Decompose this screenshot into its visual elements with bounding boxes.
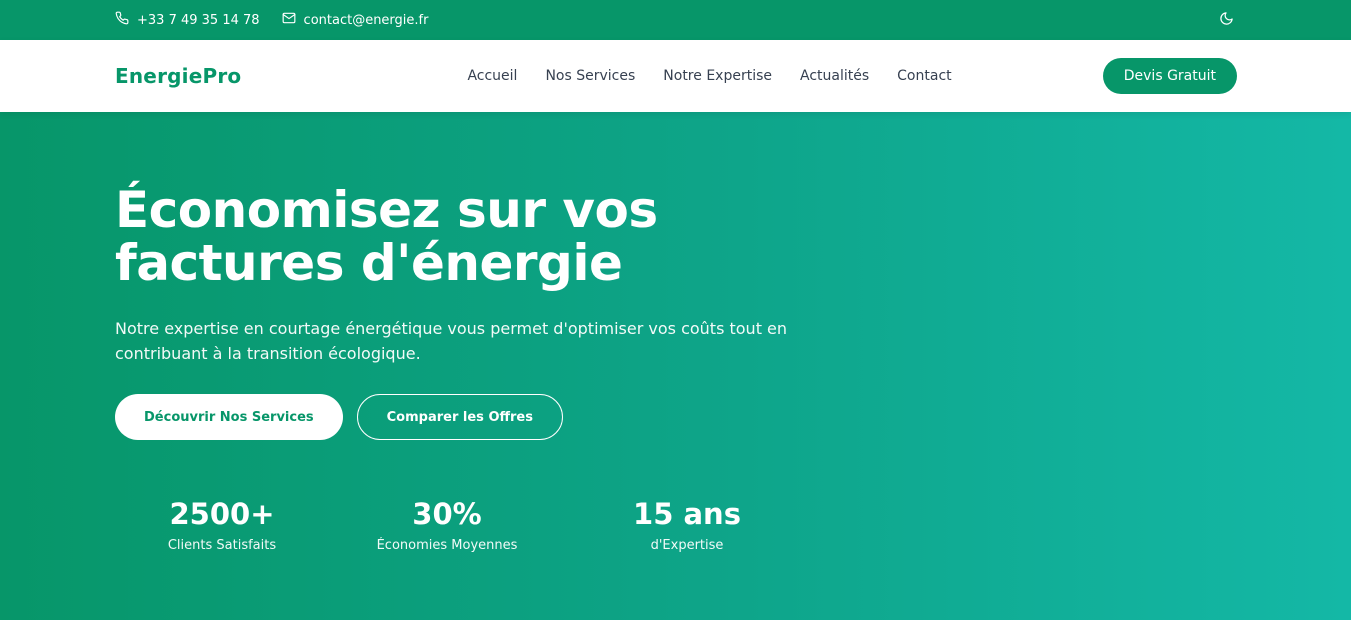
stat-value: 30% [412, 497, 482, 531]
top-contact-bar: +33 7 49 35 14 78 contact@energie.fr [0, 0, 1351, 40]
site-logo[interactable]: EnergiePro [115, 64, 241, 88]
nav-link-services[interactable]: Nos Services [545, 68, 635, 84]
main-navbar: EnergiePro Accueil Nos Services Notre Ex… [0, 40, 1351, 112]
theme-toggle-button[interactable] [1215, 9, 1237, 31]
stat-label: Économies Moyennes [376, 538, 518, 553]
discover-services-button[interactable]: Découvrir Nos Services [115, 394, 343, 440]
contact-info: +33 7 49 35 14 78 contact@energie.fr [115, 11, 428, 29]
stat-clients: 2500+ Clients Satisfaits [117, 498, 327, 553]
mail-icon [282, 11, 296, 29]
stat-value: 2500+ [169, 497, 275, 531]
nav-link-contact[interactable]: Contact [897, 68, 951, 84]
stat-savings: 30% Économies Moyennes [327, 498, 567, 553]
stats-row: 2500+ Clients Satisfaits 30% Économies M… [117, 498, 1236, 553]
phone-icon [115, 11, 129, 29]
phone-number: +33 7 49 35 14 78 [137, 12, 260, 28]
hero-buttons: Découvrir Nos Services Comparer les Offr… [115, 394, 1236, 440]
nav-link-accueil[interactable]: Accueil [467, 68, 517, 84]
stat-label: Clients Satisfaits [167, 538, 277, 553]
nav-link-expertise[interactable]: Notre Expertise [663, 68, 772, 84]
hero-title: Économisez sur vos factures d'énergie [115, 184, 1236, 290]
stat-label: d'Expertise [650, 538, 724, 553]
compare-offers-button[interactable]: Comparer les Offres [356, 394, 563, 440]
hero-title-line-1: Économisez sur vos [115, 181, 658, 239]
nav-links: Accueil Nos Services Notre Expertise Act… [467, 68, 951, 84]
moon-icon [1219, 11, 1234, 30]
phone-contact[interactable]: +33 7 49 35 14 78 [115, 11, 260, 29]
free-quote-button[interactable]: Devis Gratuit [1102, 58, 1237, 94]
stat-value: 15 ans [633, 497, 741, 531]
email-address: contact@energie.fr [303, 12, 429, 28]
stat-expertise: 15 ans d'Expertise [567, 498, 807, 553]
hero-section: Économisez sur vos factures d'énergie No… [0, 112, 1351, 620]
hero-lead: Notre expertise en courtage énergétique … [115, 319, 788, 363]
hero-title-line-2: factures d'énergie [115, 234, 623, 292]
nav-link-actualites[interactable]: Actualités [800, 68, 869, 84]
email-contact[interactable]: contact@energie.fr [282, 11, 429, 29]
